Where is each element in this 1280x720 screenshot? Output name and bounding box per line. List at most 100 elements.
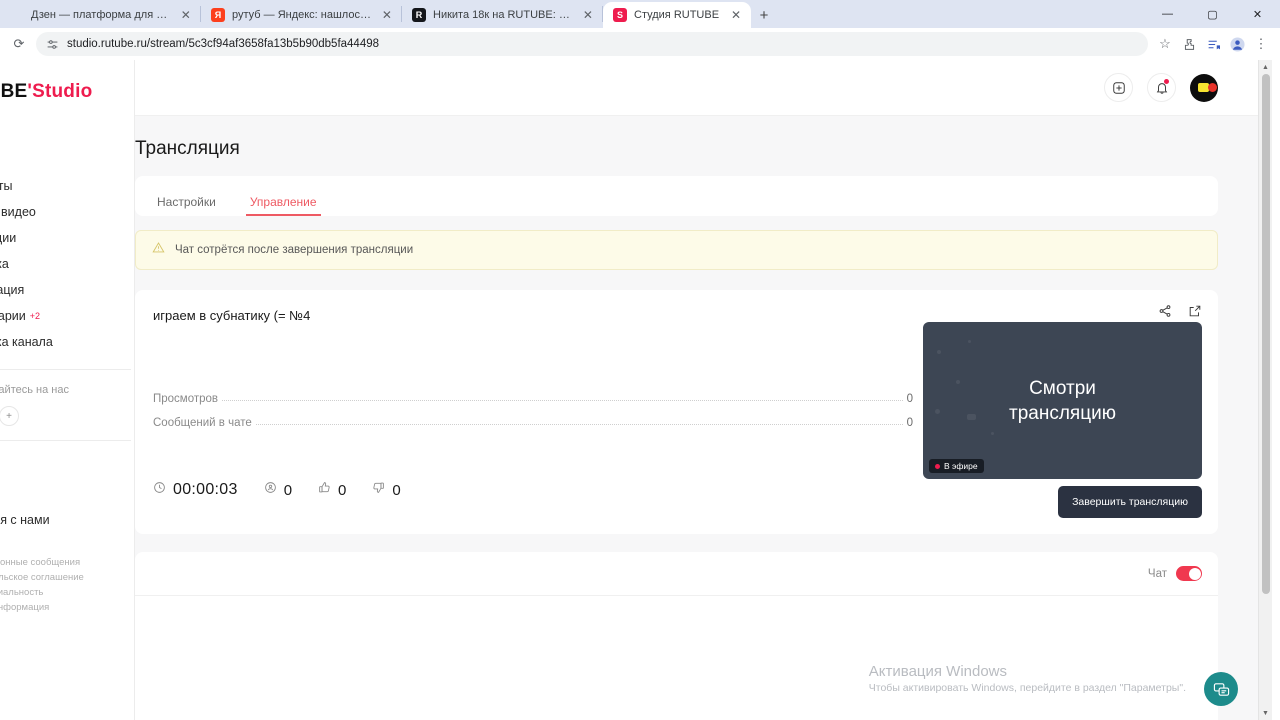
stream-preview[interactable]: Смотри трансляцию В эфире [923, 322, 1202, 479]
sidebar-secondary-links: Жалобы Справка Связаться с нами [0, 455, 134, 533]
sidebar-item-complaints[interactable]: Жалобы [0, 455, 134, 481]
sidebar-nav: Главная Видео Плейлисты Загрузка видео Т… [0, 121, 134, 355]
scrollbar-thumb[interactable] [1262, 74, 1270, 594]
thumb-up-icon [318, 481, 331, 499]
minimize-button[interactable]: — [1145, 0, 1190, 28]
close-icon[interactable]: ✕ [582, 9, 594, 21]
bell-icon[interactable] [1147, 73, 1176, 102]
add-video-icon[interactable] [1104, 73, 1133, 102]
user-avatar[interactable] [1190, 73, 1218, 102]
likes-count: 0 [318, 481, 346, 499]
scroll-down-arrow-icon[interactable]: ▼ [1259, 706, 1272, 720]
sidebar-item-channel-settings[interactable]: Настройка канала [0, 329, 134, 355]
close-icon[interactable]: ✕ [729, 9, 743, 21]
sidebar-item-playlists[interactable]: Плейлисты [0, 173, 134, 199]
tab-title: Никита 18к на RUTUBE: 101 в… [433, 9, 575, 21]
browser-tab-3[interactable]: R Никита 18к на RUTUBE: 101 в… ✕ [402, 2, 602, 28]
chat-toggle[interactable] [1176, 566, 1202, 581]
main-area: Трансляция Настройки Управление Чат сотр… [135, 60, 1258, 720]
url-text: studio.rutube.ru/stream/5c3cf94af3658fa1… [67, 38, 380, 50]
chat-warning-banner: Чат сотрётся после завершения трансляции [135, 230, 1218, 270]
viewers-count: 0 [264, 481, 292, 499]
close-icon[interactable]: ✕ [180, 9, 192, 21]
tab-management[interactable]: Управление [245, 195, 321, 216]
maximize-button[interactable]: ▢ [1190, 0, 1235, 28]
share-icon[interactable] [1158, 304, 1172, 323]
sidebar-item-comments[interactable]: Комментарии +2 [0, 303, 134, 329]
footer-copyright: © RUTUBE [0, 615, 134, 630]
watermark-subtitle: Чтобы активировать Windows, перейдите в … [868, 682, 1186, 694]
viewers-icon [264, 481, 277, 499]
sidebar-item-label: Монетизация [0, 283, 25, 297]
puzzle-icon[interactable] [1178, 33, 1200, 55]
window-controls: — ▢ ✕ [1145, 0, 1280, 28]
preview-deco-dot [967, 414, 976, 420]
reading-list-icon[interactable] [1202, 33, 1224, 55]
preview-deco-dot [968, 340, 971, 343]
rutube-studio-page: RUTUBE'Studio Главная Видео Плейлисты За… [0, 60, 1272, 720]
tab-settings[interactable]: Настройки [153, 195, 220, 216]
page-scrollbar[interactable]: ▲ ▼ [1258, 60, 1272, 720]
sidebar-item-help[interactable]: Справка [0, 481, 134, 507]
sidebar-item-video[interactable]: Видео [0, 147, 134, 173]
sidebar-item-label: Плейлисты [0, 179, 13, 193]
stat-label: Сообщений в чате [153, 417, 252, 429]
viewers-value: 0 [283, 481, 293, 499]
three-dots-icon[interactable]: ⋮ [1250, 33, 1272, 55]
close-icon[interactable]: ✕ [381, 9, 393, 21]
footer-link-legal[interactable]: Правовая информация [0, 600, 134, 615]
avatar-shape-red [1208, 82, 1217, 92]
preview-line-2: трансляцию [1009, 402, 1116, 424]
external-link-icon[interactable] [1188, 304, 1202, 323]
sidebar-item-label: Комментарии [0, 309, 26, 323]
tab-title: Студия RUTUBE [634, 9, 720, 21]
end-stream-button[interactable]: Завершить трансляцию [1058, 486, 1202, 518]
profile-avatar-icon[interactable] [1226, 33, 1248, 55]
address-bar[interactable]: studio.rutube.ru/stream/5c3cf94af3658fa1… [36, 32, 1148, 56]
stream-card: играем в субнатику (= №4 Просмотров 0 Со… [135, 290, 1218, 534]
chat-header: Чат [135, 552, 1218, 596]
likes-value: 0 [338, 481, 347, 499]
star-icon[interactable]: ☆ [1154, 33, 1176, 55]
browser-tab-2[interactable]: Я рутуб — Яндекс: нашлось 5 т… ✕ [201, 2, 401, 28]
tab-title: рутуб — Яндекс: нашлось 5 т… [232, 9, 374, 21]
tab-title: Дзен — платформа для прос… [31, 9, 173, 21]
duration-value: 00:00:03 [173, 481, 238, 498]
footer-link-privacy[interactable]: Конфиденциальность [0, 585, 134, 600]
live-dot-icon [935, 463, 940, 469]
sidebar-item-contact-us[interactable]: Связаться с нами [0, 507, 134, 533]
leader-dots [255, 424, 903, 425]
dislikes-value: 0 [392, 481, 401, 499]
new-tab-button[interactable]: + [751, 2, 777, 28]
sidebar-item-streams[interactable]: Трансляции [0, 225, 134, 251]
reload-icon[interactable]: ⟳ [8, 33, 30, 55]
toolbar-right-actions: ☆ ⋮ [1154, 33, 1272, 55]
social-links: ➤ ✆ + [0, 396, 134, 426]
rutube-studio-logo[interactable]: RUTUBE'Studio [0, 76, 134, 103]
tune-icon[interactable] [46, 38, 59, 51]
browser-tab-1[interactable]: Дзен — платформа для прос… ✕ [0, 2, 200, 28]
footer-link-info-messages[interactable]: Информационные сообщения [0, 555, 134, 570]
sidebar-item-analytics[interactable]: Аналитика [0, 251, 134, 277]
stat-row-views: Просмотров 0 [153, 381, 913, 405]
sidebar-item-monetization[interactable]: Монетизация [0, 277, 134, 303]
thumb-down-icon [372, 481, 385, 499]
live-badge: В эфире [929, 459, 984, 473]
preview-deco-dot [937, 350, 941, 354]
chat-toggle-label: Чат [1147, 567, 1167, 580]
sidebar-item-home[interactable]: Главная [0, 121, 134, 147]
stat-value: 0 [906, 417, 913, 429]
preview-text: Смотри трансляцию [1009, 376, 1116, 426]
footer-link-user-agreement[interactable]: Пользовательское соглашение [0, 570, 134, 585]
stream-card-actions [1158, 304, 1202, 323]
close-window-button[interactable]: ✕ [1235, 0, 1280, 28]
scroll-up-arrow-icon[interactable]: ▲ [1259, 60, 1272, 74]
browser-toolbar: ⟳ studio.rutube.ru/stream/5c3cf94af3658f… [0, 28, 1280, 60]
support-chat-icon[interactable] [1204, 672, 1238, 706]
sidebar-item-upload[interactable]: Загрузка видео [0, 199, 134, 225]
more-socials-icon[interactable]: + [0, 406, 19, 426]
browser-tab-4-active[interactable]: S Студия RUTUBE ✕ [603, 2, 751, 28]
stream-duration: 00:00:03 [153, 481, 238, 499]
chat-warning-text: Чат сотрётся после завершения трансляции [175, 244, 414, 256]
section-tabs: Настройки Управление [135, 176, 1218, 216]
